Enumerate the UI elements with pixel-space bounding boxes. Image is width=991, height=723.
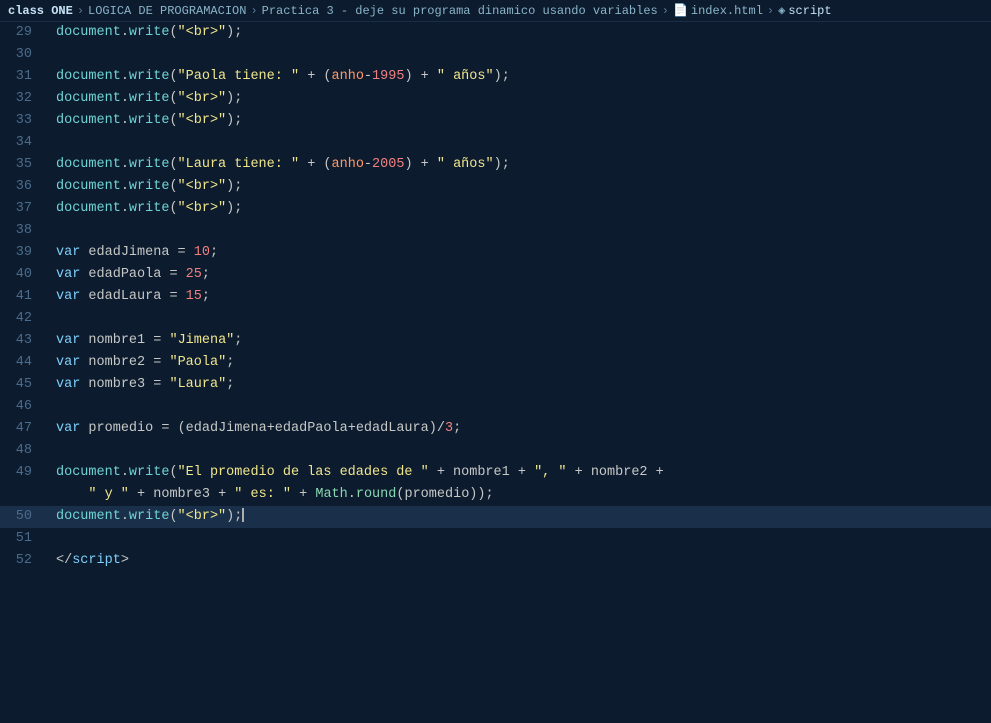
line-content	[48, 308, 991, 330]
breadcrumb-file[interactable]: 📄 index.html	[673, 3, 763, 18]
line-content: var promedio = (edadJimena+edadPaola+eda…	[48, 418, 991, 440]
code-line: 43 var nombre1 = "Jimena";	[0, 330, 991, 352]
line-number: 51	[0, 528, 48, 550]
line-number: 32	[0, 88, 48, 110]
line-number: 30	[0, 44, 48, 66]
code-line: 36 document.write("<br>");	[0, 176, 991, 198]
line-number: 42	[0, 308, 48, 330]
line-number: 49	[0, 462, 48, 484]
breadcrumb-script[interactable]: ◈ script	[778, 3, 831, 18]
line-number: 35	[0, 154, 48, 176]
line-number: 29	[0, 22, 48, 44]
line-content: document.write("<br>");	[48, 110, 991, 132]
line-content: var nombre2 = "Paola";	[48, 352, 991, 374]
line-content	[48, 396, 991, 418]
code-line: 47 var promedio = (edadJimena+edadPaola+…	[0, 418, 991, 440]
file-icon: 📄	[673, 3, 688, 18]
line-content	[48, 132, 991, 154]
line-number: 39	[0, 242, 48, 264]
code-line: 33 document.write("<br>");	[0, 110, 991, 132]
line-content: document.write("Paola tiene: " + (anho-1…	[48, 66, 991, 88]
breadcrumb-item1[interactable]: LOGICA DE PROGRAMACION	[88, 4, 246, 18]
code-line: 40 var edadPaola = 25;	[0, 264, 991, 286]
breadcrumb-sep2: ›	[250, 4, 257, 18]
line-content: document.write("Laura tiene: " + (anho-2…	[48, 154, 991, 176]
code-editor[interactable]: 29 document.write("<br>"); 30 31 documen…	[0, 22, 991, 723]
code-line-highlighted: 50 document.write("<br>");	[0, 506, 991, 528]
line-content: document.write("El promedio de las edade…	[48, 462, 991, 484]
breadcrumb-sep3: ›	[662, 4, 669, 18]
code-area: 29 document.write("<br>"); 30 31 documen…	[0, 22, 991, 723]
code-line: 38	[0, 220, 991, 242]
code-line: 32 document.write("<br>");	[0, 88, 991, 110]
line-content: document.write("<br>");	[48, 176, 991, 198]
breadcrumb: class ONE › LOGICA DE PROGRAMACION › Pra…	[0, 0, 991, 22]
line-content: var nombre3 = "Laura";	[48, 374, 991, 396]
line-content: var edadJimena = 10;	[48, 242, 991, 264]
code-line: 39 var edadJimena = 10;	[0, 242, 991, 264]
breadcrumb-home[interactable]: class ONE	[8, 4, 73, 18]
line-number: 37	[0, 198, 48, 220]
breadcrumb-sep4: ›	[767, 4, 774, 18]
line-number: 48	[0, 440, 48, 462]
code-line: 31 document.write("Paola tiene: " + (anh…	[0, 66, 991, 88]
line-content: var edadLaura = 15;	[48, 286, 991, 308]
code-line: 51	[0, 528, 991, 550]
line-content: document.write("<br>");	[48, 22, 991, 44]
line-number: 40	[0, 264, 48, 286]
line-number: 38	[0, 220, 48, 242]
code-line: 44 var nombre2 = "Paola";	[0, 352, 991, 374]
code-line: 41 var edadLaura = 15;	[0, 286, 991, 308]
code-line: 49 document.write("El promedio de las ed…	[0, 462, 991, 484]
line-content: </script>	[48, 550, 991, 572]
code-line: 46	[0, 396, 991, 418]
line-number: 31	[0, 66, 48, 88]
code-line: 42	[0, 308, 991, 330]
line-content	[48, 528, 991, 550]
line-content	[48, 44, 991, 66]
code-line: 45 var nombre3 = "Laura";	[0, 374, 991, 396]
code-line: 48	[0, 440, 991, 462]
line-number: 44	[0, 352, 48, 374]
line-number: 52	[0, 550, 48, 572]
line-number: 50	[0, 506, 48, 528]
line-number: 33	[0, 110, 48, 132]
line-number: 34	[0, 132, 48, 154]
code-line: 34	[0, 132, 991, 154]
code-line-wrap: " y " + nombre3 + " es: " + Math.round(p…	[0, 484, 991, 506]
line-number: 45	[0, 374, 48, 396]
line-number: 41	[0, 286, 48, 308]
line-number: 36	[0, 176, 48, 198]
code-line: 37 document.write("<br>");	[0, 198, 991, 220]
line-content: document.write("<br>");	[48, 88, 991, 110]
line-number: 46	[0, 396, 48, 418]
code-line: 30	[0, 44, 991, 66]
line-content	[48, 220, 991, 242]
code-line: 35 document.write("Laura tiene: " + (anh…	[0, 154, 991, 176]
line-content: var nombre1 = "Jimena";	[48, 330, 991, 352]
line-content: var edadPaola = 25;	[48, 264, 991, 286]
line-content: document.write("<br>");	[48, 506, 991, 528]
code-line: 52 </script>	[0, 550, 991, 572]
breadcrumb-item2[interactable]: Practica 3 - deje su programa dinamico u…	[262, 4, 658, 18]
line-number: 47	[0, 418, 48, 440]
breadcrumb-sep1: ›	[77, 4, 84, 18]
line-content: document.write("<br>");	[48, 198, 991, 220]
code-line: 29 document.write("<br>");	[0, 22, 991, 44]
line-content: " y " + nombre3 + " es: " + Math.round(p…	[48, 484, 991, 506]
line-number: 43	[0, 330, 48, 352]
line-number	[0, 484, 48, 506]
script-icon: ◈	[778, 3, 785, 18]
line-content	[48, 440, 991, 462]
